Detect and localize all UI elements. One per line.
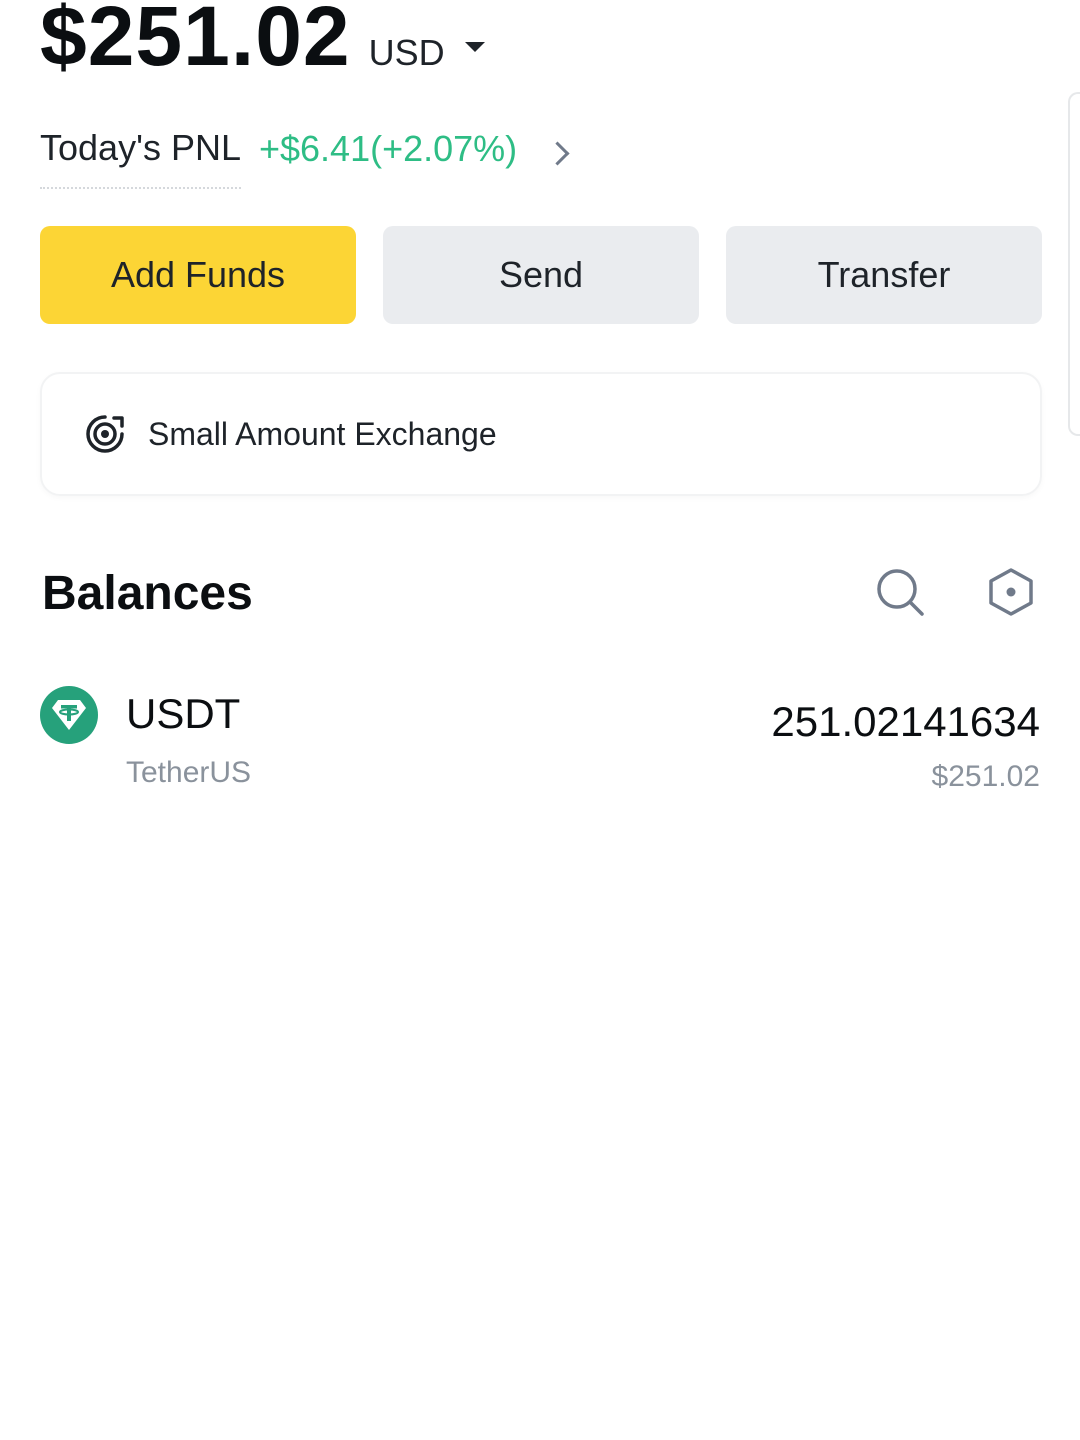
coin-amount: 251.02141634 [771,698,1040,745]
balance-list-item[interactable]: USDT TetherUS 251.02141634 $251.02 [40,686,1040,806]
caret-down-icon [464,42,485,52]
search-icon[interactable] [874,566,926,618]
balances-heading: Balances [42,567,253,620]
total-balance: $251.02 [40,0,351,83]
target-exchange-icon [86,415,124,453]
todays-pnl-link[interactable]: Today's PNL +$6.41(+2.07%) [40,118,570,189]
coin-name: TetherUS [126,756,252,789]
pnl-label: Today's PNL [40,127,241,189]
transfer-button[interactable]: Transfer [726,226,1042,324]
send-button[interactable]: Send [383,226,699,324]
small-amount-exchange-card[interactable]: Small Amount Exchange [40,372,1042,496]
coin-symbol: USDT [126,690,241,737]
coin-fiat-value: $251.02 [931,760,1040,793]
action-buttons: Add Funds Send Transfer [40,226,1042,324]
currency-label: USD [368,32,445,73]
add-funds-button[interactable]: Add Funds [40,226,356,324]
side-panel-edge [1068,92,1080,436]
total-balance-row: $251.02 USD [40,0,485,78]
pnl-value: +$6.41(+2.07%) [258,128,518,169]
currency-selector[interactable]: USD [369,32,485,74]
hexagon-settings-icon[interactable] [986,566,1036,618]
chevron-right-icon [545,140,570,166]
small-amount-exchange-label: Small Amount Exchange [148,415,497,452]
tether-icon [40,686,98,744]
